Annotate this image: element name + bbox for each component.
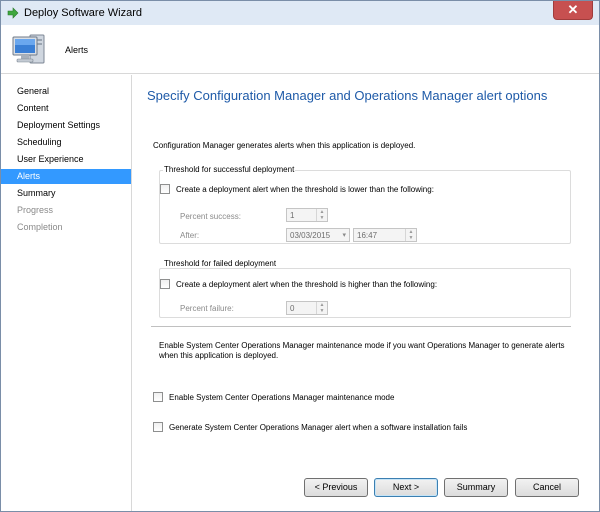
header-title: Alerts <box>65 45 89 55</box>
failed-alert-checkbox[interactable] <box>160 279 170 289</box>
percent-failure-label: Percent failure: <box>180 304 234 313</box>
previous-button[interactable]: < Previous <box>304 478 368 497</box>
sidebar-item-scheduling[interactable]: Scheduling <box>1 135 131 150</box>
stepper-arrows: ▲ ▼ <box>316 209 327 221</box>
failed-alert-option[interactable]: Create a deployment alert when the thres… <box>160 279 437 289</box>
stepper-arrows: ▲ ▼ <box>405 229 416 241</box>
sidebar-item-user-experience[interactable]: User Experience <box>1 152 131 167</box>
failed-alert-label: Create a deployment alert when the thres… <box>176 279 438 289</box>
alerts-description: Configuration Manager generates alerts w… <box>153 141 416 150</box>
close-button[interactable]: ✕ <box>553 1 593 20</box>
success-alert-checkbox[interactable] <box>160 184 170 194</box>
after-label: After: <box>180 231 200 240</box>
success-alert-label: Create a deployment alert when the thres… <box>176 184 434 194</box>
computer-monitor-icon <box>12 34 45 64</box>
failed-threshold-title: Threshold for failed deployment <box>163 259 278 268</box>
chevron-down-icon: ▾ <box>342 232 346 239</box>
failure-alert-checkbox[interactable] <box>153 422 163 432</box>
section-divider <box>151 326 571 327</box>
success-threshold-title: Threshold for successful deployment <box>163 165 296 174</box>
after-date-value: 03/03/2015 <box>290 231 331 240</box>
spin-down-icon[interactable]: ▼ <box>406 235 416 241</box>
sidebar-item-summary[interactable]: Summary <box>1 186 131 201</box>
title-bar[interactable]: Deploy Software Wizard ✕ <box>1 1 599 25</box>
maintenance-mode-checkbox[interactable] <box>153 392 163 402</box>
maintenance-mode-option[interactable]: Enable System Center Operations Manager … <box>153 392 394 402</box>
sidebar-item-deployment-settings[interactable]: Deployment Settings <box>1 118 131 133</box>
sidebar-item-completion: Completion <box>17 222 63 232</box>
wizard-header: Alerts <box>1 25 599 74</box>
close-icon: ✕ <box>567 2 579 17</box>
percent-success-value: 1 <box>290 211 295 220</box>
window-title: Deploy Software Wizard <box>24 7 142 19</box>
green-arrow-icon <box>7 7 19 19</box>
sidebar-item-general[interactable]: General <box>1 84 131 99</box>
sidebar-item-content[interactable]: Content <box>1 101 131 116</box>
after-time-value: 16:47 <box>357 231 378 240</box>
percent-success-label: Percent success: <box>180 212 241 221</box>
sidebar-item-alerts[interactable]: Alerts <box>1 169 131 184</box>
success-alert-option[interactable]: Create a deployment alert when the thres… <box>160 184 434 194</box>
after-time-stepper[interactable]: 16:47 ▲ ▼ <box>353 228 417 242</box>
failure-alert-label: Generate System Center Operations Manage… <box>169 422 468 432</box>
wizard-window: Deploy Software Wizard ✕ Alerts General … <box>0 0 600 512</box>
wizard-sidebar: General Content Deployment Settings Sche… <box>1 75 132 511</box>
after-date-picker[interactable]: 03/03/2015 ▾ <box>286 228 350 242</box>
percent-failure-value: 0 <box>290 304 295 313</box>
sidebar-item-progress: Progress <box>17 205 54 215</box>
maintenance-mode-label: Enable System Center Operations Manager … <box>169 392 395 402</box>
next-button[interactable]: Next > <box>374 478 438 497</box>
maintenance-description: Enable System Center Operations Manager … <box>159 341 565 360</box>
page-heading: Specify Configuration Manager and Operat… <box>147 88 548 103</box>
percent-failure-stepper[interactable]: 0 ▲ ▼ <box>286 301 328 315</box>
stepper-arrows: ▲ ▼ <box>316 302 327 314</box>
percent-success-stepper[interactable]: 1 ▲ ▼ <box>286 208 328 222</box>
wizard-content: Specify Configuration Manager and Operat… <box>133 75 599 511</box>
summary-button[interactable]: Summary <box>444 478 508 497</box>
spin-down-icon[interactable]: ▼ <box>317 215 327 221</box>
spin-down-icon[interactable]: ▼ <box>317 308 327 314</box>
failure-alert-option[interactable]: Generate System Center Operations Manage… <box>153 422 467 432</box>
cancel-button[interactable]: Cancel <box>515 478 579 497</box>
